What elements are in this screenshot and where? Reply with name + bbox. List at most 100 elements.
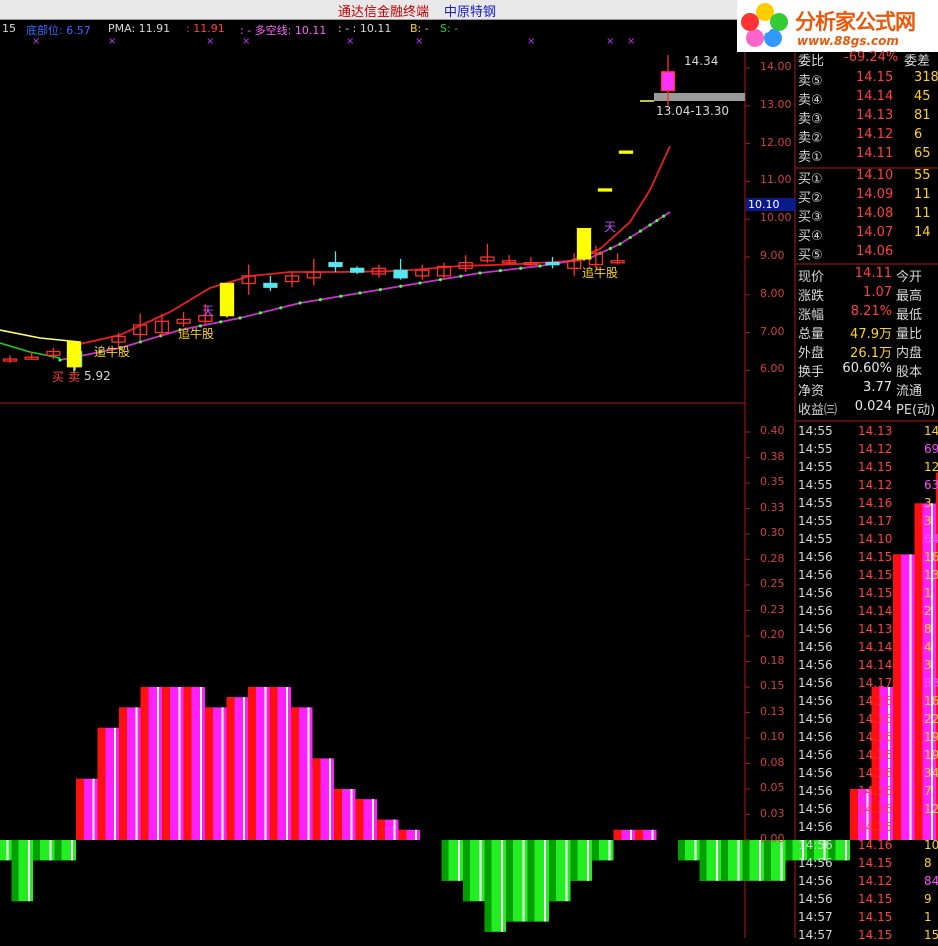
sell-order-row[interactable]: 卖② 14.12 6: [796, 127, 938, 146]
buy-order-row[interactable]: 买③ 14.08 11: [796, 206, 938, 225]
buy-order-row[interactable]: 买② 14.09 11: [796, 187, 938, 206]
tick-row[interactable]: 14:56 14.16 19: [796, 748, 938, 766]
tick-row[interactable]: 14:56 14.15 16: [796, 550, 938, 568]
tick-row[interactable]: 14:57 14.15 15: [796, 928, 938, 946]
tick-row[interactable]: 14:56 14.16 10: [796, 838, 938, 856]
price-tick-label: 13.00: [760, 97, 792, 111]
osc-tick-label: 0.10: [760, 730, 785, 743]
tick-row[interactable]: 14:56 14.16 22: [796, 712, 938, 730]
buy-order-row-price: 14.09: [856, 187, 894, 202]
cross-marker: ×: [206, 36, 214, 47]
tick-row[interactable]: 14:56 14.15: [796, 820, 938, 838]
tick-price: 14.15: [858, 928, 893, 942]
tick-price: 14.14: [858, 658, 893, 672]
current-price-tag: 10.10: [746, 198, 796, 211]
tick-volume: 16: [924, 694, 938, 708]
candle-body: [618, 150, 634, 154]
signal-dot: [662, 214, 666, 218]
tick-row[interactable]: 14:56 14.16 34: [796, 766, 938, 784]
tick-row[interactable]: 14:56 14.16 16: [796, 694, 938, 712]
sell-order-row-price: 14.13: [856, 108, 894, 123]
tick-time: 14:55: [798, 514, 833, 528]
tick-row[interactable]: 14:56 14.13 8: [796, 622, 938, 640]
buy-order-row-price: 14.10: [856, 168, 894, 183]
signal-dot: [498, 269, 502, 273]
stat-value: 14.11: [854, 266, 892, 281]
buy-order-row-volume: 11: [914, 187, 931, 202]
tick-row[interactable]: 14:56 14.12 84: [796, 874, 938, 892]
sell-order-row[interactable]: 卖⑤ 14.15 318: [796, 70, 938, 89]
stat-label-secondary: 今开: [896, 270, 923, 285]
tick-row[interactable]: 14:55 14.15 12: [796, 460, 938, 478]
tick-price: 14.16: [858, 694, 893, 708]
tick-volume: 8: [924, 856, 932, 870]
sell-order-row-price: 14.15: [856, 70, 894, 85]
osc-tick-label: 0.28: [760, 551, 785, 565]
sell-order-row-price: 14.14: [856, 89, 894, 104]
stat-label: 净资: [798, 384, 825, 399]
signal-dot: [519, 266, 523, 270]
tick-row[interactable]: 14:56 14.14 4: [796, 640, 938, 658]
tick-price: 14.15: [858, 586, 893, 600]
stat-value: 0.024: [854, 399, 892, 414]
tick-row[interactable]: 14:56 14.16 12: [796, 802, 938, 820]
tick-row[interactable]: 14:56 14.16 19: [796, 730, 938, 748]
sell-order-row[interactable]: 卖③ 14.13 81: [796, 108, 938, 127]
sell-mark: 卖: [68, 370, 81, 384]
tick-row[interactable]: 14:56 14.15 8: [796, 856, 938, 874]
signal-dot: [655, 218, 659, 223]
osc-tick-label: 0.35: [760, 475, 785, 488]
signal-dot: [628, 235, 632, 240]
stat-row: 换手 60.60% 股本: [796, 361, 938, 380]
tick-row[interactable]: 14:55 14.17 3: [796, 514, 938, 532]
price-tick-label: 9.00: [760, 249, 785, 262]
buy-order-row[interactable]: 买④ 14.07 14: [796, 225, 938, 244]
cross-marker: ×: [32, 36, 40, 47]
tick-row[interactable]: 14:56 14.15 9: [796, 892, 938, 910]
cross-marker: ×: [108, 36, 116, 47]
tick-row[interactable]: 14:55 14.10 64: [796, 532, 938, 550]
sell-order-row[interactable]: 卖① 14.11 65: [796, 146, 938, 165]
tick-row[interactable]: 14:56 14.16 7: [796, 784, 938, 802]
tick-row[interactable]: 14:56 14.14 2: [796, 604, 938, 622]
tick-row[interactable]: 14:56 14.15 13: [796, 568, 938, 586]
osc-tick-label: 0.30: [760, 526, 785, 539]
stat-row: 净资 3.77 流通: [796, 380, 938, 399]
tick-time: 14:55: [798, 478, 833, 492]
signal-dot: [459, 274, 463, 278]
tick-time: 14:56: [798, 748, 833, 762]
signal-dot: [648, 223, 652, 227]
tick-price: 14.12: [858, 478, 893, 492]
tick-row[interactable]: 14:57 14.15 1: [796, 910, 938, 928]
sell-order-row[interactable]: 卖④ 14.14 45: [796, 89, 938, 108]
price-tick-label: 14.00: [760, 60, 792, 73]
moving-average-lines: × × × × × × × × ×: [0, 36, 745, 362]
stat-value: 60.60%: [842, 361, 892, 376]
tick-volume: 19: [924, 748, 938, 762]
osc-bar-edge: [355, 799, 364, 840]
time-range-label: 13.04-13.30: [656, 104, 730, 118]
sell-order-row-price: 14.12: [856, 127, 894, 142]
tick-row[interactable]: 14:55 14.12 63: [796, 478, 938, 496]
price-tick-label: 10.00: [760, 211, 792, 225]
tick-time: 14:56: [798, 568, 833, 582]
osc-bar-edge: [527, 840, 535, 922]
osc-bar-edge: [248, 687, 256, 840]
tick-row[interactable]: 14:56 14.17 83: [796, 676, 938, 694]
tick-volume: 34: [924, 766, 938, 780]
buy-mark: 买: [52, 370, 65, 384]
buy-order-row[interactable]: 买⑤ 14.06: [796, 244, 938, 263]
osc-bar-edge: [570, 840, 578, 881]
buy-order-row[interactable]: 买① 14.10 55: [796, 168, 938, 187]
signal-dot: [58, 358, 62, 362]
tick-row[interactable]: 14:55 14.13 14: [796, 424, 938, 442]
tick-row[interactable]: 14:56 14.14 3: [796, 658, 938, 676]
tick-time: 14:55: [798, 496, 833, 510]
tick-price: 14.16: [858, 748, 893, 762]
tick-row[interactable]: 14:56 14.15 1: [796, 586, 938, 604]
signal-dot: [538, 264, 542, 268]
tick-row[interactable]: 14:55 14.16 3: [796, 496, 938, 514]
tick-row[interactable]: 14:55 14.12 69: [796, 442, 938, 460]
osc-tick-label: 0.23: [760, 602, 785, 616]
osc-tick-label: 0.05: [760, 781, 785, 794]
